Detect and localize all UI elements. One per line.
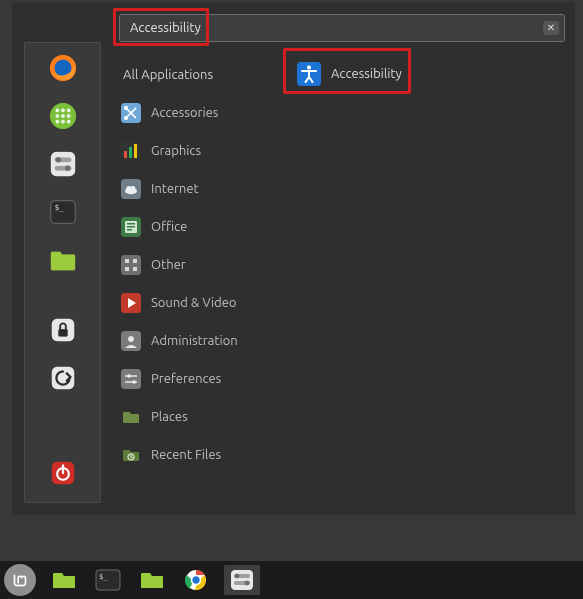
favorite-files[interactable]	[48, 245, 78, 275]
category-sound-video[interactable]: Sound & Video	[119, 284, 269, 322]
lock-icon	[48, 315, 78, 345]
taskbar: $_	[0, 561, 583, 599]
category-label: Administration	[151, 334, 238, 348]
taskbar-chrome[interactable]	[180, 567, 212, 593]
search-input[interactable]	[130, 21, 536, 35]
menu-right-area: ✕ All Applications Accessories	[101, 2, 575, 515]
favorite-firefox[interactable]	[48, 53, 78, 83]
categories-list: All Applications Accessories	[119, 56, 269, 474]
result-label: Accessibility	[331, 67, 402, 81]
application-menu: $_	[12, 2, 575, 515]
settings-toggles-icon	[48, 149, 78, 179]
taskbar-files[interactable]	[136, 567, 168, 593]
office-icon	[121, 217, 141, 237]
category-label: All Applications	[123, 68, 213, 82]
backspace-x-icon: ✕	[547, 22, 555, 34]
category-all[interactable]: All Applications	[119, 56, 269, 94]
result-accessibility[interactable]: Accessibility	[291, 56, 416, 92]
category-preferences[interactable]: Preferences	[119, 360, 269, 398]
category-recent[interactable]: Recent Files	[119, 436, 269, 474]
admin-icon	[121, 331, 141, 351]
scissors-icon	[121, 103, 141, 123]
terminal-icon: $_	[95, 569, 121, 591]
chrome-icon	[183, 569, 209, 591]
cloud-icon	[121, 179, 141, 199]
folder-icon	[51, 569, 77, 591]
favorite-terminal[interactable]: $_	[48, 197, 78, 227]
favorite-apps[interactable]	[48, 101, 78, 131]
taskbar-settings[interactable]	[224, 565, 260, 595]
folder-icon	[139, 569, 165, 591]
category-other[interactable]: Other	[119, 246, 269, 284]
category-office[interactable]: Office	[119, 208, 269, 246]
recent-folder-icon	[121, 445, 141, 465]
category-label: Office	[151, 220, 187, 234]
category-label: Recent Files	[151, 448, 221, 462]
category-label: Sound & Video	[151, 296, 237, 310]
folder-small-icon	[121, 407, 141, 427]
play-icon	[121, 293, 141, 313]
category-label: Places	[151, 410, 188, 424]
taskbar-terminal[interactable]: $_	[92, 567, 124, 593]
search-row: ✕	[119, 14, 565, 42]
favorite-settings[interactable]	[48, 149, 78, 179]
terminal-icon: $_	[48, 197, 78, 227]
folder-icon	[48, 245, 78, 275]
category-label: Accessories	[151, 106, 218, 120]
category-graphics[interactable]: Graphics	[119, 132, 269, 170]
settings-toggles-icon	[229, 569, 255, 591]
power-button[interactable]	[48, 458, 78, 488]
taskbar-menu-button[interactable]	[4, 564, 36, 596]
category-places[interactable]: Places	[119, 398, 269, 436]
power-icon	[48, 458, 78, 488]
logout-icon	[48, 363, 78, 393]
clear-search-button[interactable]: ✕	[543, 21, 559, 35]
category-label: Other	[151, 258, 186, 272]
menu-columns: All Applications Accessories	[119, 56, 565, 474]
category-administration[interactable]: Administration	[119, 322, 269, 360]
mint-logo-icon	[9, 569, 31, 591]
sliders-icon	[121, 369, 141, 389]
category-label: Preferences	[151, 372, 221, 386]
firefox-icon	[48, 53, 78, 83]
search-box[interactable]	[119, 14, 565, 42]
results-list: Accessibility	[291, 56, 565, 474]
favorite-lock[interactable]	[48, 315, 78, 345]
apps-grid-icon	[48, 101, 78, 131]
accessibility-icon	[297, 62, 321, 86]
favorite-logout[interactable]	[48, 363, 78, 393]
svg-text:$_: $_	[99, 573, 108, 581]
svg-text:$_: $_	[54, 203, 64, 212]
category-internet[interactable]: Internet	[119, 170, 269, 208]
favorites-column: $_	[24, 42, 101, 503]
graphics-icon	[121, 141, 141, 161]
category-label: Graphics	[151, 144, 201, 158]
grid-icon	[121, 255, 141, 275]
category-label: Internet	[151, 182, 199, 196]
taskbar-show-desktop[interactable]	[48, 567, 80, 593]
category-accessories[interactable]: Accessories	[119, 94, 269, 132]
